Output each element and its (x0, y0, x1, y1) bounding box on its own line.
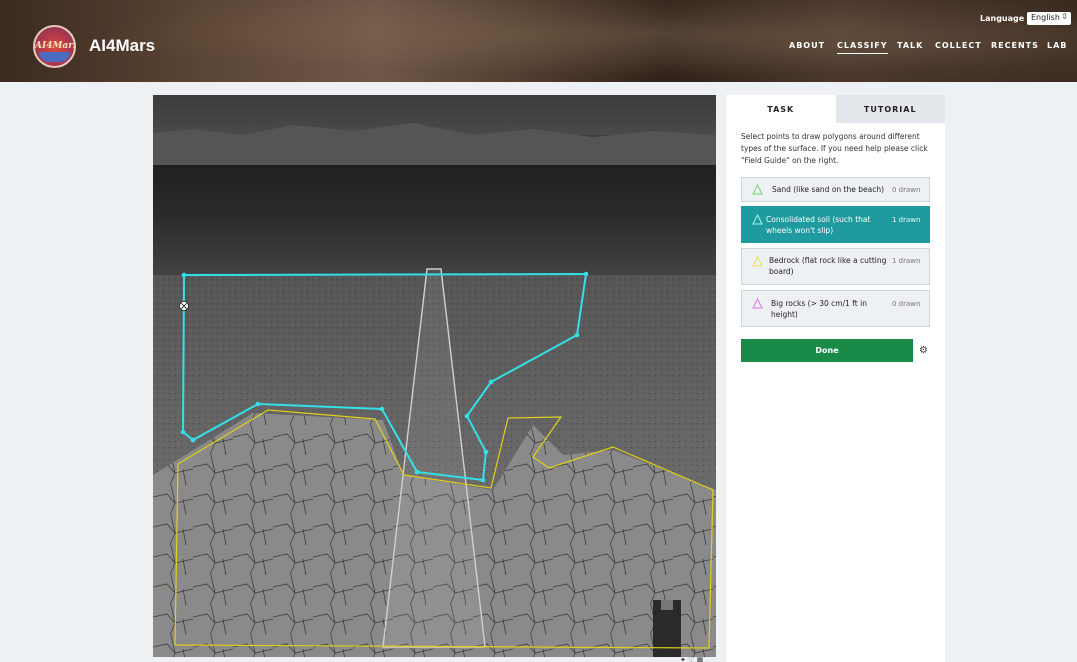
drag-icon[interactable]: ✦ (680, 656, 686, 662)
big-rocks-triangle-icon (752, 298, 763, 309)
consolidated-soil-triangle-icon (752, 214, 763, 225)
nav-classify[interactable]: CLASSIFY (837, 41, 888, 54)
nav-collect[interactable]: COLLECT (935, 41, 982, 50)
task-panel: TASK TUTORIAL Select points to draw poly… (726, 95, 945, 662)
tool-count: 1 drawn (892, 257, 921, 265)
subject-image-viewer[interactable] (153, 95, 716, 657)
language-select-value: English (1031, 13, 1060, 22)
mars-terrain-image[interactable] (153, 95, 716, 657)
bedrock-triangle-icon (752, 256, 763, 267)
collect-icon[interactable]: ▦ (697, 656, 704, 662)
tool-label: Sand (like sand on the beach) (772, 185, 885, 194)
tab-task[interactable]: TASK (726, 95, 836, 123)
tool-bedrock[interactable]: Bedrock (flat rock like a cutting board)… (741, 248, 930, 285)
viewer-toolbar[interactable]: ✦ ♡ ▦ (680, 656, 703, 662)
nav-about[interactable]: ABOUT (789, 41, 825, 50)
site-brand[interactable]: AI4Mars (89, 36, 155, 56)
tool-count: 0 drawn (892, 300, 921, 308)
site-header: AI4Mars AI4Mars Language English ⇳ ABOUT… (0, 0, 1077, 82)
tab-tutorial[interactable]: TUTORIAL (835, 95, 945, 123)
nav-recents[interactable]: RECENTS (991, 41, 1039, 50)
tool-label: Bedrock (flat rock like a cutting board) (769, 256, 887, 276)
tool-count: 1 drawn (892, 216, 921, 224)
nav-lab[interactable]: LAB (1047, 41, 1067, 50)
nav-talk[interactable]: TALK (897, 41, 923, 50)
ai4mars-logo[interactable]: AI4Mars (33, 25, 76, 68)
task-instructions: Select points to draw polygons around di… (741, 132, 928, 165)
tool-sand[interactable]: Sand (like sand on the beach) 0 drawn (741, 177, 930, 202)
language-label: Language (980, 14, 1025, 23)
tool-big-rocks[interactable]: Big rocks (> 30 cm/1 ft in height) 0 dra… (741, 290, 930, 327)
select-caret-icon: ⇳ (1061, 12, 1068, 21)
task-tabs: TASK TUTORIAL (726, 95, 945, 123)
sand-triangle-icon (752, 184, 763, 195)
tool-count: 0 drawn (892, 186, 921, 194)
tool-label: Consolidated soil (such that wheels won'… (766, 215, 871, 235)
rover-part-label (661, 600, 673, 610)
done-button[interactable]: Done (741, 339, 913, 362)
tool-label: Big rocks (> 30 cm/1 ft in height) (771, 299, 867, 319)
language-select[interactable]: English ⇳ (1027, 12, 1071, 25)
logo-lettering: AI4Mars (35, 41, 76, 51)
delete-polygon-icon[interactable] (179, 301, 189, 311)
tool-consolidated-soil[interactable]: Consolidated soil (such that wheels won'… (741, 206, 930, 243)
favorite-icon[interactable]: ♡ (688, 656, 694, 662)
logo-ground-shape (39, 52, 70, 62)
gear-icon[interactable]: ⚙ (919, 345, 928, 356)
